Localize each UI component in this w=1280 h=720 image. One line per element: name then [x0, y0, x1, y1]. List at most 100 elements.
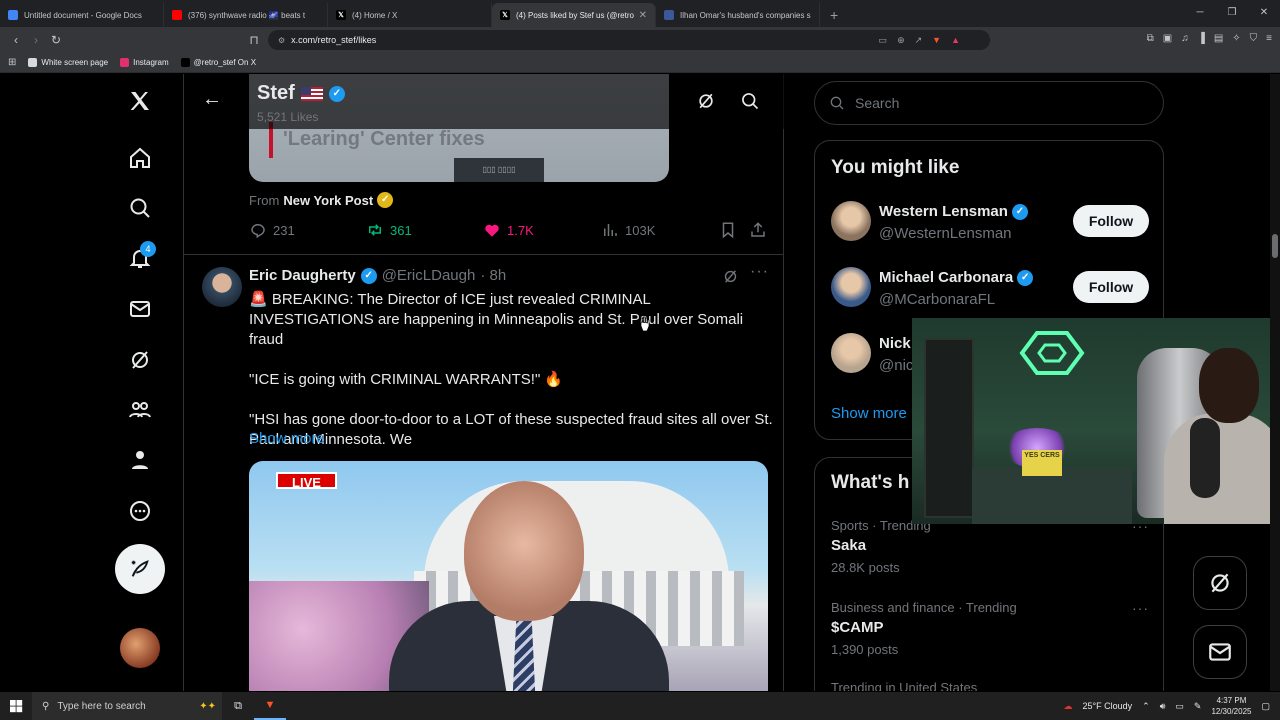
post-header: Eric Daugherty ✓ @EricLDaugh · 8h — [249, 267, 506, 284]
search-input[interactable]: Search — [814, 81, 1164, 125]
share-icon[interactable]: ↗ — [915, 35, 923, 46]
leo-icon[interactable]: ✧ — [1232, 33, 1240, 44]
bookmark-item[interactable]: Instagram — [120, 58, 169, 67]
bookmark-item[interactable]: White screen page — [28, 58, 108, 67]
reply-button[interactable]: 231 — [249, 221, 295, 239]
from-source[interactable]: New York Post — [283, 193, 373, 208]
suggestion-name[interactable]: Michael Carbonara — [879, 269, 1013, 286]
back-button[interactable]: ‹ — [6, 33, 26, 47]
home-icon[interactable] — [120, 138, 160, 178]
profile-icon[interactable] — [120, 440, 160, 480]
browser-tab[interactable]: 𝕏 (4) Posts liked by Stef us (@retro ✕ — [492, 3, 656, 27]
post-more-icon[interactable]: ··· — [750, 263, 769, 281]
system-tray: ☁ 25°F Cloudy ⌃ 🔊︎ ▭ ✎ 4:37 PM 12/30/202… — [1064, 692, 1280, 720]
back-arrow-icon[interactable]: ← — [202, 88, 222, 111]
menu-icon[interactable]: ≡ — [1266, 33, 1272, 44]
taskbar-search[interactable]: ⚲ Type here to search ✦✦ — [32, 692, 222, 720]
suggestion-avatar[interactable] — [831, 333, 871, 373]
task-view-icon[interactable]: ⧉ — [222, 692, 254, 720]
media-source: From New York Post ✓ — [249, 192, 394, 208]
volume-icon[interactable]: 🔊︎ — [1160, 701, 1166, 712]
account-avatar[interactable] — [120, 628, 160, 668]
header-search-icon[interactable] — [740, 91, 760, 116]
share-post-icon[interactable] — [749, 221, 767, 239]
windows-taskbar: ⚲ Type here to search ✦✦ ⧉ ▼ ☁ 25°F Clou… — [0, 692, 1280, 720]
bookmark-item[interactable]: @retro_stef On X — [180, 58, 256, 67]
suggestion-avatar[interactable] — [831, 267, 871, 307]
extensions-icon[interactable]: ⧉ — [1147, 33, 1154, 44]
views-button[interactable]: 103K — [601, 221, 655, 239]
trend-item[interactable]: Trending in United States — [831, 680, 1149, 691]
sidebar-icon[interactable]: ▐ — [1198, 33, 1205, 44]
new-tab-button[interactable]: + — [820, 3, 848, 27]
communities-icon[interactable] — [120, 390, 160, 430]
messages-icon[interactable] — [120, 289, 160, 329]
post-video[interactable]: LIVE — [249, 461, 768, 691]
suggestion-avatar[interactable] — [831, 201, 871, 241]
suggestion-row[interactable]: Michael Carbonara ✓ @MCarbonaraFL Follow — [831, 267, 1149, 311]
suggestion-name[interactable]: Western Lensman — [879, 203, 1008, 220]
suggestion-name[interactable]: Nick — [879, 335, 911, 352]
url-field[interactable]: ⚙ x.com/retro_stef/likes ▭ ⊕ ↗ ▼ ▲ — [268, 30, 990, 50]
brave-shields-icon[interactable]: ▼ — [932, 35, 941, 45]
browser-tab[interactable]: 𝕏 (4) Home / X — [328, 3, 492, 27]
browser-tab[interactable]: Ilhan Omar's husband's companies s — [656, 3, 820, 27]
trend-item[interactable]: Sports · Trending Saka 28.8K posts ··· — [831, 518, 1149, 575]
grok-fab[interactable] — [1193, 556, 1247, 610]
show-more-link[interactable]: Show more — [249, 430, 325, 447]
repost-button[interactable]: 361 — [366, 221, 412, 239]
follow-button[interactable]: Follow — [1073, 205, 1149, 237]
author-avatar[interactable] — [202, 267, 242, 307]
maximize-button[interactable]: ❐ — [1216, 0, 1248, 26]
weather-icon[interactable]: ☁ — [1064, 701, 1073, 712]
trend-more-icon[interactable]: ··· — [1132, 600, 1149, 616]
site-info-icon[interactable]: ⚙ — [278, 36, 285, 45]
browser-tab[interactable]: Untitled document - Google Docs — [0, 3, 164, 27]
trend-item[interactable]: Business and finance · Trending $CAMP 1,39… — [831, 600, 1149, 657]
network-icon[interactable]: ▭ — [1175, 701, 1184, 712]
brave-taskbar-icon[interactable]: ▼ — [254, 692, 286, 720]
start-button[interactable] — [0, 692, 32, 720]
grok-icon[interactable] — [120, 340, 160, 380]
follow-button[interactable]: Follow — [1073, 271, 1149, 303]
apps-icon[interactable]: ⊞ — [8, 57, 16, 68]
more-icon[interactable] — [120, 491, 160, 531]
close-tab-icon[interactable]: ✕ — [639, 10, 647, 21]
brave-rewards-icon[interactable]: ▲ — [951, 35, 960, 45]
verified-badge-icon: ✓ — [1017, 269, 1034, 286]
page-scrollbar[interactable] — [1270, 74, 1280, 691]
grok-header-icon[interactable] — [696, 91, 716, 116]
clock[interactable]: 4:37 PM 12/30/2025 — [1211, 695, 1251, 717]
suggestion-row[interactable]: Western Lensman ✓ @WesternLensman Follow — [831, 201, 1149, 245]
screenshot-icon[interactable]: ▣ — [1163, 33, 1172, 44]
post-time[interactable]: · 8h — [480, 267, 506, 284]
author-name[interactable]: Eric Daugherty — [249, 267, 356, 284]
zoom-icon[interactable]: ⊕ — [897, 35, 905, 46]
author-handle[interactable]: @EricLDaugh — [382, 267, 476, 284]
pen-icon[interactable]: ✎ — [1194, 701, 1202, 712]
trend-title: Saka — [831, 537, 867, 554]
wallet-icon[interactable]: ▤ — [1214, 33, 1223, 44]
bookmark-post-icon[interactable] — [719, 221, 737, 239]
explore-icon[interactable] — [120, 188, 160, 228]
forward-button[interactable]: › — [26, 33, 46, 47]
tray-chevron-icon[interactable]: ⌃ — [1142, 701, 1150, 712]
show-more-suggestions[interactable]: Show more — [831, 405, 907, 422]
bookmark-icon[interactable]: ⊓ — [244, 33, 264, 47]
like-button[interactable]: 1.7K — [483, 221, 534, 239]
reload-button[interactable]: ↻ — [46, 33, 66, 47]
music-icon[interactable]: ♫ — [1181, 33, 1189, 44]
close-window-button[interactable]: ✕ — [1248, 0, 1280, 26]
weather-text[interactable]: 25°F Cloudy — [1083, 701, 1133, 711]
x-logo-icon[interactable] — [120, 81, 160, 121]
minimize-button[interactable]: ─ — [1184, 0, 1216, 26]
cast-icon[interactable]: ▭ — [879, 35, 888, 46]
browser-tab[interactable]: (376) synthwave radio 🌌 beats t — [164, 3, 328, 27]
vpn-icon[interactable]: ⛉ — [1250, 33, 1258, 44]
messages-fab[interactable] — [1193, 625, 1247, 679]
notification-center-icon[interactable]: ▢ — [1261, 701, 1270, 712]
liked-post[interactable]: Eric Daugherty ✓ @EricLDaugh · 8h ··· 🚨 … — [184, 255, 784, 691]
compose-post-button[interactable] — [115, 544, 165, 594]
scrollbar-thumb[interactable] — [1272, 234, 1278, 258]
grok-explain-icon[interactable] — [722, 268, 739, 290]
